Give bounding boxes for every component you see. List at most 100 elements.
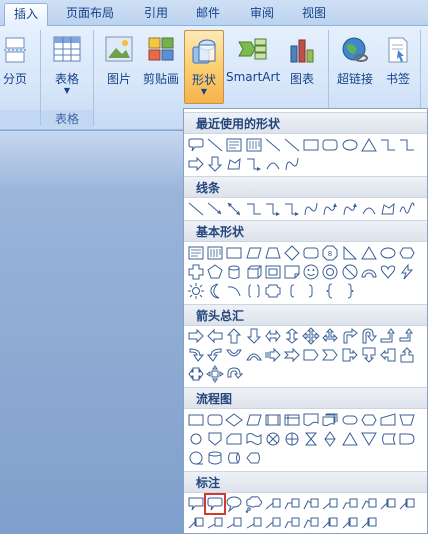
shape-f-seq[interactable] — [187, 449, 205, 467]
shape-elbowarr[interactable] — [264, 200, 282, 218]
shape-rrect[interactable] — [321, 136, 339, 154]
shape-fold[interactable] — [283, 263, 301, 281]
shape-arr-d[interactable] — [206, 155, 224, 173]
shape-f-display[interactable] — [245, 449, 263, 467]
shape-oval[interactable] — [379, 244, 397, 262]
shape-cube[interactable] — [245, 263, 263, 281]
shape-rtri[interactable] — [341, 244, 359, 262]
shape-f-prep[interactable] — [360, 411, 378, 429]
shape-f-off[interactable] — [206, 430, 224, 448]
shape-f-tape[interactable] — [245, 430, 263, 448]
page-break-button[interactable]: 分页 — [0, 30, 30, 104]
shape-rbrace[interactable] — [341, 282, 359, 300]
shape-line[interactable] — [187, 200, 205, 218]
shape-f-direct[interactable] — [225, 449, 243, 467]
shape-c-line3[interactable] — [302, 495, 320, 513]
shape-para[interactable] — [245, 244, 263, 262]
shape-c-r-rect[interactable] — [187, 136, 205, 154]
shape-f-data[interactable] — [245, 411, 263, 429]
shape-elbowarr[interactable] — [283, 200, 301, 218]
shape-pent-arr[interactable] — [302, 346, 320, 364]
shape-can[interactable] — [225, 263, 243, 281]
shape-f-term[interactable] — [341, 411, 359, 429]
shape-line[interactable] — [264, 136, 282, 154]
shape-arrowline[interactable] — [206, 200, 224, 218]
shape-tri[interactable] — [360, 244, 378, 262]
shape-call4[interactable] — [206, 365, 225, 383]
shape-striped[interactable] — [264, 346, 282, 364]
shape-arr3[interactable] — [321, 327, 339, 345]
shape-notched[interactable] — [283, 346, 301, 364]
shape-plaque[interactable] — [264, 282, 282, 300]
shape-heart[interactable] — [379, 263, 397, 281]
shape-pent[interactable] — [206, 263, 224, 281]
shape-freeform[interactable] — [225, 155, 243, 173]
shape-call-u[interactable] — [398, 346, 416, 364]
shape-scribble[interactable] — [398, 200, 416, 218]
shape-callout-rounded-rectangle[interactable] — [204, 493, 227, 515]
shape-arc[interactable] — [264, 155, 282, 173]
tab-review[interactable]: 审阅 — [240, 3, 284, 26]
shape-f-extract[interactable] — [341, 430, 359, 448]
shape-diamond[interactable] — [283, 244, 301, 262]
shape-c-oval[interactable] — [225, 495, 243, 513]
shape-arc[interactable] — [360, 200, 378, 218]
shape-arr-l[interactable] — [206, 327, 224, 345]
shape-c-line1[interactable] — [264, 514, 282, 532]
shape-f-sum[interactable] — [264, 430, 282, 448]
smartart-button[interactable]: SmartArt — [226, 30, 280, 104]
shape-bolt[interactable] — [398, 263, 416, 281]
shape-c-accent[interactable] — [187, 514, 205, 532]
shape-f-delay[interactable] — [398, 430, 416, 448]
shape-f-int[interactable] — [283, 411, 301, 429]
shape-curv-u[interactable] — [225, 346, 243, 364]
shape-c-accent[interactable] — [379, 495, 397, 513]
shape-blockarc[interactable] — [360, 263, 378, 281]
shape-f-dec[interactable] — [225, 411, 244, 429]
shape-c-line3[interactable] — [360, 495, 378, 513]
shape-f-or[interactable] — [283, 430, 301, 448]
shape-f-stored[interactable] — [379, 430, 397, 448]
shape-arr-u-d[interactable] — [283, 327, 301, 345]
shape-f-man-in[interactable] — [379, 411, 397, 429]
shape-rect[interactable] — [302, 136, 320, 154]
shape-f-pre[interactable] — [264, 411, 282, 429]
tab-page-layout[interactable]: 页面布局 — [58, 3, 122, 26]
shape-bevel[interactable] — [264, 263, 282, 281]
shape-c-line2[interactable] — [341, 495, 359, 513]
shape-c-accent[interactable] — [341, 514, 359, 532]
shape-tri[interactable] — [360, 136, 378, 154]
shape-textbox[interactable] — [225, 136, 243, 154]
shape-elbowarr[interactable] — [245, 155, 263, 173]
shape-moon[interactable] — [206, 282, 224, 300]
shape-freeform[interactable] — [379, 200, 397, 218]
shape-lup[interactable] — [379, 327, 397, 345]
shape-call-d[interactable] — [360, 346, 378, 364]
shape-c-border[interactable] — [225, 514, 243, 532]
shape-c-accent[interactable] — [321, 514, 339, 532]
tab-mailings[interactable]: 邮件 — [186, 3, 230, 26]
shape-f-collate[interactable] — [302, 430, 320, 448]
shape-call-l-r[interactable] — [187, 365, 205, 383]
shape-c-line1[interactable] — [321, 495, 339, 513]
shape-circ-arr[interactable] — [225, 365, 244, 383]
shape-donut[interactable] — [321, 263, 339, 281]
shape-c-cloud[interactable] — [245, 495, 263, 513]
shape-c-border[interactable] — [245, 514, 263, 532]
shape-c-accent[interactable] — [360, 514, 378, 532]
shape-c-line2[interactable] — [283, 514, 301, 532]
shape-elbow[interactable] — [379, 136, 397, 154]
shape-smile[interactable] — [302, 263, 320, 281]
shape-f-conn[interactable] — [187, 430, 205, 448]
table-button[interactable]: 表格 ▼ — [46, 30, 88, 104]
tab-references[interactable]: 引用 — [134, 3, 178, 26]
shape-f-sort[interactable] — [321, 430, 339, 448]
shape-cloud-arc[interactable] — [225, 282, 243, 300]
shape-f-doc[interactable] — [302, 411, 320, 429]
shape-c-line2[interactable] — [283, 495, 301, 513]
shape-arr-r[interactable] — [187, 155, 205, 173]
shape-curve[interactable] — [283, 155, 301, 173]
shape-arr4[interactable] — [302, 327, 320, 345]
shape-arr-l-r[interactable] — [264, 327, 282, 345]
shape-vtextbox[interactable] — [245, 136, 263, 154]
